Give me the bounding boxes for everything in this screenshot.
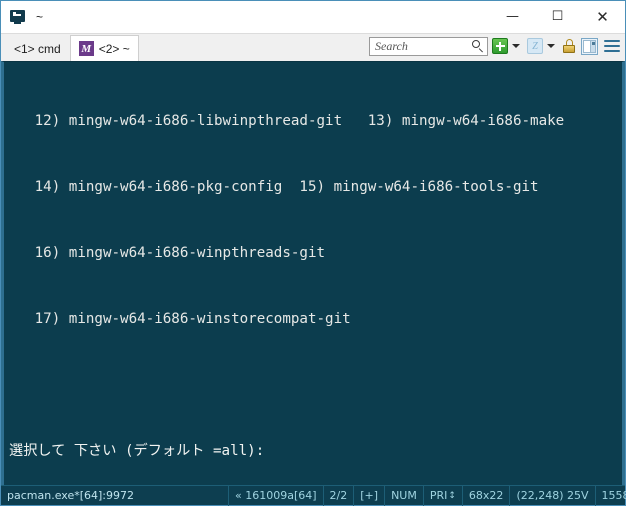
chevron-down-icon[interactable] <box>512 44 520 48</box>
chevron-down-icon[interactable] <box>547 44 555 48</box>
status-cursor-coords: (22,248) 25V <box>510 485 596 506</box>
updown-arrow-icon: ↕ <box>448 490 456 501</box>
msys2-m-icon: M <box>78 41 94 56</box>
status-coords-value: (22,248) <box>516 489 564 502</box>
terminal-line: 選択して 下さい (デフォルト =all): <box>9 443 265 459</box>
close-button[interactable]: ✕ <box>580 1 625 32</box>
status-line-count: 15588 <box>596 486 626 506</box>
tab-strip: <1> cmd M <2> ~ Search Z <box>1 33 625 61</box>
window-controls: — ☐ ✕ <box>490 1 625 33</box>
tab-cmd[interactable]: <1> cmd <box>5 37 70 61</box>
status-version: « 161009a[64] <box>229 485 324 506</box>
terminal-output[interactable]: 12) mingw-w64-i686-libwinpthread-git 13)… <box>1 61 625 485</box>
split-panel-icon[interactable] <box>581 37 598 55</box>
tab-label: <1> cmd <box>14 42 61 56</box>
status-insert-mode: [+] <box>354 485 386 506</box>
search-placeholder: Search <box>375 38 408 53</box>
window-arrange-control[interactable]: Z <box>527 38 558 54</box>
tab-label: <2> ~ <box>98 41 130 56</box>
title-bar: ~ — ☐ ✕ <box>1 1 625 33</box>
new-tab-control[interactable] <box>492 38 523 54</box>
search-icon <box>471 39 484 53</box>
status-num-lock: NUM <box>385 485 424 506</box>
terminal-line: 12) mingw-w64-i686-libwinpthread-git 13)… <box>9 113 565 129</box>
tab-msys2-home[interactable]: M <2> ~ <box>69 35 139 61</box>
maximize-button[interactable]: ☐ <box>535 1 580 32</box>
search-input[interactable]: Search <box>369 36 488 56</box>
status-bar: pacman.exe*[64]:9972 « 161009a[64] 2/2 [… <box>1 485 626 506</box>
status-buffer-size: 68x22 <box>463 485 511 506</box>
terminal-line: 17) mingw-w64-i686-winstorecompat-git <box>9 311 351 327</box>
minimize-button[interactable]: — <box>490 1 535 32</box>
page-title: ~ <box>36 10 44 24</box>
terminal-line: 16) mingw-w64-i686-winpthreads-git <box>9 245 326 261</box>
tab-list: <1> cmd M <2> ~ <box>1 33 139 61</box>
console-window: ~ — ☐ ✕ <1> cmd M <2> ~ Search Z 12) min… <box>0 0 626 506</box>
status-priority: PRI ↕ <box>424 485 463 506</box>
status-priority-label: PRI <box>429 489 448 502</box>
status-tab-counter: 2/2 <box>324 485 355 506</box>
status-process: pacman.exe*[64]:9972 <box>1 485 229 506</box>
terminal-monitor-icon <box>10 9 27 26</box>
status-vscroll-value: 25V <box>567 489 589 502</box>
window-arrange-icon[interactable]: Z <box>527 38 543 54</box>
toolbar: Search Z <box>369 32 625 61</box>
lock-icon[interactable] <box>562 38 576 54</box>
new-tab-plus-icon[interactable] <box>492 38 508 54</box>
menu-hamburger-icon[interactable] <box>604 39 620 53</box>
terminal-line: 14) mingw-w64-i686-pkg-config 15) mingw-… <box>9 179 539 195</box>
